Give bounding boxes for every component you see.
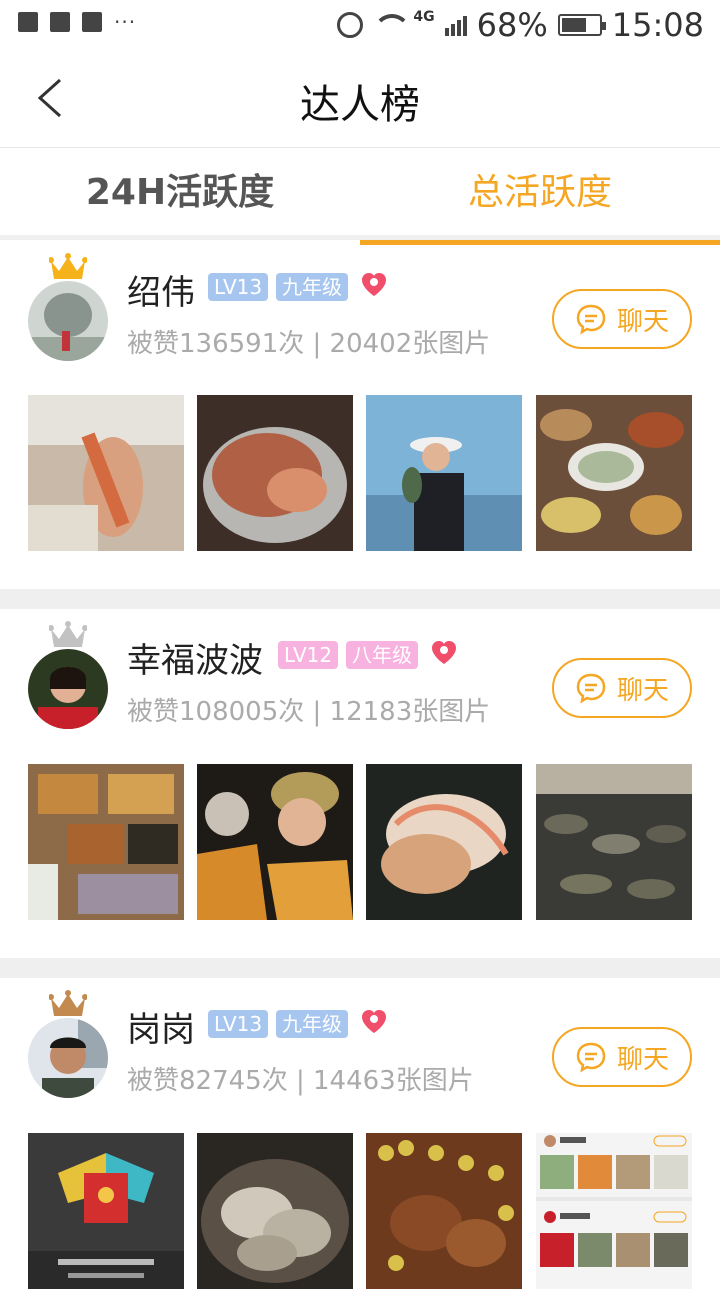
user-stats: 被赞108005次 | 12183张图片	[127, 697, 491, 727]
wifi-icon	[373, 14, 412, 36]
tab-24h-activity[interactable]: 24H活跃度	[0, 149, 360, 240]
photo-thumbnail[interactable]	[197, 395, 353, 551]
chat-label: 聊天	[616, 1044, 669, 1075]
photo-thumbnail[interactable]	[28, 764, 184, 920]
battery-icon	[557, 14, 606, 36]
photo-thumbnail[interactable]	[536, 395, 692, 551]
bronze-crown-icon	[49, 990, 87, 1016]
level-badge: LV13	[208, 1010, 269, 1038]
status-bar: ··· 4G 68% 15:08	[0, 0, 720, 50]
photo-thumbnail[interactable]	[366, 1133, 522, 1289]
user-name: 岗岗	[127, 1010, 195, 1050]
list-item[interactable]: 岗岗 LV13 九年级 被赞82745次 | 14463张图片 聊天	[0, 978, 720, 1289]
avatar-group	[28, 990, 108, 1100]
chat-bubble-icon	[576, 1042, 606, 1073]
grade-badge: 九年级	[276, 1010, 348, 1038]
photo-thumbnail[interactable]	[28, 395, 184, 551]
silver-crown-icon	[49, 621, 87, 647]
avatar-group	[28, 253, 108, 363]
chat-bubble-icon	[576, 304, 606, 335]
user-name: 绍伟	[127, 273, 195, 313]
separator	[0, 589, 720, 609]
list-item[interactable]: 幸福波波 LV12 八年级 被赞108005次 | 12183张图片 聊天	[0, 609, 720, 957]
photo-thumbnail[interactable]	[536, 1133, 692, 1289]
gold-crown-icon	[49, 253, 87, 279]
image-icon	[18, 12, 38, 32]
network-type: 4G	[413, 9, 435, 25]
photo-thumbnail[interactable]	[366, 395, 522, 551]
app-grid-icon	[82, 12, 102, 32]
chat-button[interactable]: 聊天	[552, 1027, 692, 1087]
user-name: 幸福波波	[127, 641, 263, 681]
photo-thumbnail[interactable]	[28, 1133, 184, 1289]
tab-bar: 24H活跃度 总活跃度	[0, 149, 720, 245]
chat-button[interactable]: 聊天	[552, 658, 692, 718]
app-grid-icon	[50, 12, 70, 32]
level-badge: LV13	[208, 273, 269, 301]
user-stats: 被赞82745次 | 14463张图片	[127, 1066, 474, 1096]
heart-icon	[362, 1010, 386, 1033]
chat-button[interactable]: 聊天	[552, 289, 692, 349]
heart-icon	[432, 641, 456, 664]
photo-thumbnail[interactable]	[197, 764, 353, 920]
chat-label: 聊天	[616, 675, 669, 706]
avatar[interactable]	[28, 1018, 108, 1098]
photo-thumbnail[interactable]	[366, 764, 522, 920]
grade-badge: 八年级	[346, 641, 418, 669]
tab-total-activity[interactable]: 总活跃度	[360, 149, 720, 245]
clock: 15:08	[611, 6, 704, 44]
heart-icon	[362, 273, 386, 296]
avatar-group	[28, 621, 108, 731]
avatar[interactable]	[28, 281, 108, 361]
grade-badge: 九年级	[276, 273, 348, 301]
page-title: 达人榜	[300, 82, 420, 128]
signal-icon	[444, 14, 467, 36]
alarm-icon	[337, 12, 364, 38]
chat-label: 聊天	[616, 306, 669, 337]
list-item[interactable]: 绍伟 LV13 九年级 被赞136591次 | 20402张图片 聊天	[0, 245, 720, 588]
more-dots-icon: ···	[114, 10, 137, 34]
battery-percent: 68%	[476, 6, 548, 44]
photo-thumbnail[interactable]	[536, 764, 692, 920]
photo-thumbnail[interactable]	[197, 1133, 353, 1289]
separator	[0, 958, 720, 978]
avatar[interactable]	[28, 649, 108, 729]
nav-bar: 达人榜	[0, 50, 720, 148]
chat-bubble-icon	[576, 673, 606, 704]
level-badge: LV12	[278, 641, 339, 669]
user-stats: 被赞136591次 | 20402张图片	[127, 329, 491, 359]
